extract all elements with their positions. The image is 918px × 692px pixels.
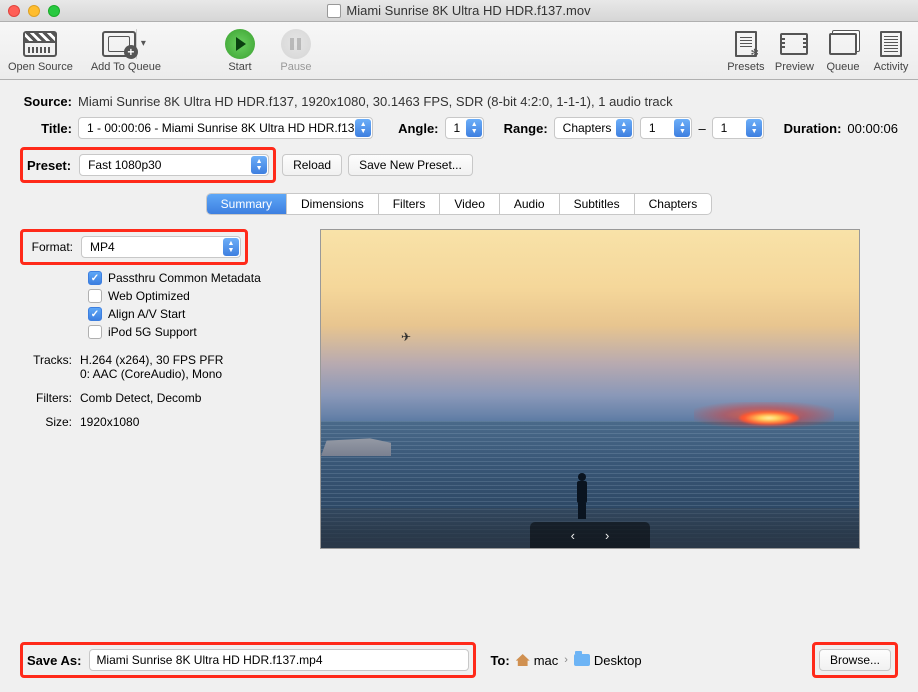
tab-summary[interactable]: Summary xyxy=(207,194,287,214)
tracks-video: H.264 (x264), 30 FPS PFR xyxy=(80,353,223,367)
align-av-checkbox-row[interactable]: ✓ Align A/V Start xyxy=(88,307,300,321)
to-label: To: xyxy=(490,653,509,668)
tab-audio[interactable]: Audio xyxy=(500,194,560,214)
ipod-checkbox-row[interactable]: iPod 5G Support xyxy=(88,325,300,339)
select-arrows-icon: ▲▼ xyxy=(466,119,482,137)
preset-highlight: Preset: Fast 1080p30 ▲▼ xyxy=(20,147,276,183)
web-optimized-checkbox-row[interactable]: Web Optimized xyxy=(88,289,300,303)
footer: Save As: Miami Sunrise 8K Ultra HD HDR.f… xyxy=(20,642,898,678)
presets-icon xyxy=(735,31,757,57)
summary-panel: Format: MP4 ▲▼ ✓ Passthru Common Metadat… xyxy=(20,229,898,549)
save-as-label: Save As: xyxy=(27,653,81,668)
path-folder: Desktop xyxy=(594,653,642,668)
preview-icon xyxy=(780,33,808,55)
filters-value: Comb Detect, Decomb xyxy=(80,391,201,405)
save-as-highlight: Save As: Miami Sunrise 8K Ultra HD HDR.f… xyxy=(20,642,476,678)
toolbar: Open Source ▾ Add To Queue Start Pause P… xyxy=(0,22,918,80)
filters-label: Filters: xyxy=(20,391,72,405)
pause-button: Pause xyxy=(277,29,315,73)
preview-button[interactable]: Preview xyxy=(775,29,814,73)
range-type-select[interactable]: Chapters ▲▼ xyxy=(554,117,634,139)
save-new-preset-button[interactable]: Save New Preset... xyxy=(348,154,473,176)
source-value: Miami Sunrise 8K Ultra HD HDR.f137, 1920… xyxy=(78,94,673,109)
checkbox-icon: ✓ xyxy=(88,307,102,321)
title-select[interactable]: 1 - 00:00:06 - Miami Sunrise 8K Ultra HD… xyxy=(78,117,373,139)
title-label: Title: xyxy=(20,121,72,136)
size-value: 1920x1080 xyxy=(80,415,139,429)
format-select[interactable]: MP4 ▲▼ xyxy=(81,236,241,258)
select-arrows-icon: ▲▼ xyxy=(223,238,239,256)
tab-chapters[interactable]: Chapters xyxy=(635,194,712,214)
chevron-right-icon: › xyxy=(564,654,568,666)
tracks-label: Tracks: xyxy=(20,353,72,381)
preview-nav: ‹ › xyxy=(530,522,650,548)
open-source-button[interactable]: Open Source xyxy=(8,29,73,73)
browse-button[interactable]: Browse... xyxy=(819,649,891,671)
range-to-select[interactable]: 1 ▲▼ xyxy=(712,117,765,139)
home-icon xyxy=(516,654,530,666)
tracks-audio: 0: AAC (CoreAudio), Mono xyxy=(80,367,223,381)
destination-path: To: mac › Desktop xyxy=(490,653,641,668)
content: Source: Miami Sunrise 8K Ultra HD HDR.f1… xyxy=(0,80,918,559)
range-from-select[interactable]: 1 ▲▼ xyxy=(640,117,693,139)
add-to-queue-button[interactable]: ▾ Add To Queue xyxy=(91,29,161,73)
activity-icon xyxy=(880,31,902,57)
start-button[interactable]: Start xyxy=(221,29,259,73)
select-arrows-icon: ▲▼ xyxy=(746,119,762,137)
select-arrows-icon: ▲▼ xyxy=(355,119,371,137)
checkbox-icon xyxy=(88,325,102,339)
prev-preview-icon[interactable]: ‹ xyxy=(571,528,575,543)
tab-subtitles[interactable]: Subtitles xyxy=(560,194,635,214)
preset-row: Preset: Fast 1080p30 ▲▼ Reload Save New … xyxy=(20,147,898,183)
tab-video[interactable]: Video xyxy=(440,194,499,214)
tab-bar: Summary Dimensions Filters Video Audio S… xyxy=(20,193,898,215)
checkbox-icon xyxy=(88,289,102,303)
preview-thumbnail: ✈ ‹ › xyxy=(320,229,860,549)
size-label: Size: xyxy=(20,415,72,429)
title-row: Title: 1 - 00:00:06 - Miami Sunrise 8K U… xyxy=(20,117,898,139)
path-home: mac xyxy=(534,653,559,668)
document-icon xyxy=(327,4,341,18)
queue-button[interactable]: Queue xyxy=(824,29,862,73)
checkbox-icon: ✓ xyxy=(88,271,102,285)
queue-icon xyxy=(829,33,857,55)
tab-filters[interactable]: Filters xyxy=(379,194,441,214)
source-row: Source: Miami Sunrise 8K Ultra HD HDR.f1… xyxy=(20,94,898,109)
title-text: Miami Sunrise 8K Ultra HD HDR.f137.mov xyxy=(346,3,590,18)
select-arrows-icon: ▲▼ xyxy=(616,119,632,137)
browse-highlight: Browse... xyxy=(812,642,898,678)
tab-dimensions[interactable]: Dimensions xyxy=(287,194,379,214)
queue-plus-icon xyxy=(102,31,136,57)
save-as-input[interactable]: Miami Sunrise 8K Ultra HD HDR.f137.mp4 xyxy=(89,649,469,671)
format-highlight: Format: MP4 ▲▼ xyxy=(20,229,248,265)
preset-select[interactable]: Fast 1080p30 ▲▼ xyxy=(79,154,269,176)
window-title: Miami Sunrise 8K Ultra HD HDR.f137.mov xyxy=(0,3,918,18)
passthru-checkbox-row[interactable]: ✓ Passthru Common Metadata xyxy=(88,271,300,285)
select-arrows-icon: ▲▼ xyxy=(251,156,267,174)
preset-label: Preset: xyxy=(27,158,71,173)
source-label: Source: xyxy=(20,94,72,109)
play-icon xyxy=(225,29,255,59)
range-label: Range: xyxy=(504,121,548,136)
clapperboard-icon xyxy=(23,31,57,57)
activity-button[interactable]: Activity xyxy=(872,29,910,73)
folder-icon xyxy=(574,654,590,666)
angle-select[interactable]: 1 ▲▼ xyxy=(445,117,485,139)
duration-label: Duration: xyxy=(784,121,842,136)
bird-icon: ✈ xyxy=(401,330,411,344)
duration-value: 00:00:06 xyxy=(847,121,898,136)
chevron-down-icon[interactable]: ▾ xyxy=(136,29,150,59)
select-arrows-icon: ▲▼ xyxy=(674,119,690,137)
angle-label: Angle: xyxy=(398,121,438,136)
range-separator: – xyxy=(698,121,705,136)
titlebar: Miami Sunrise 8K Ultra HD HDR.f137.mov xyxy=(0,0,918,22)
reload-button[interactable]: Reload xyxy=(282,154,342,176)
format-label: Format: xyxy=(27,240,73,254)
presets-button[interactable]: Presets xyxy=(727,29,765,73)
next-preview-icon[interactable]: › xyxy=(605,528,609,543)
pause-icon xyxy=(281,29,311,59)
